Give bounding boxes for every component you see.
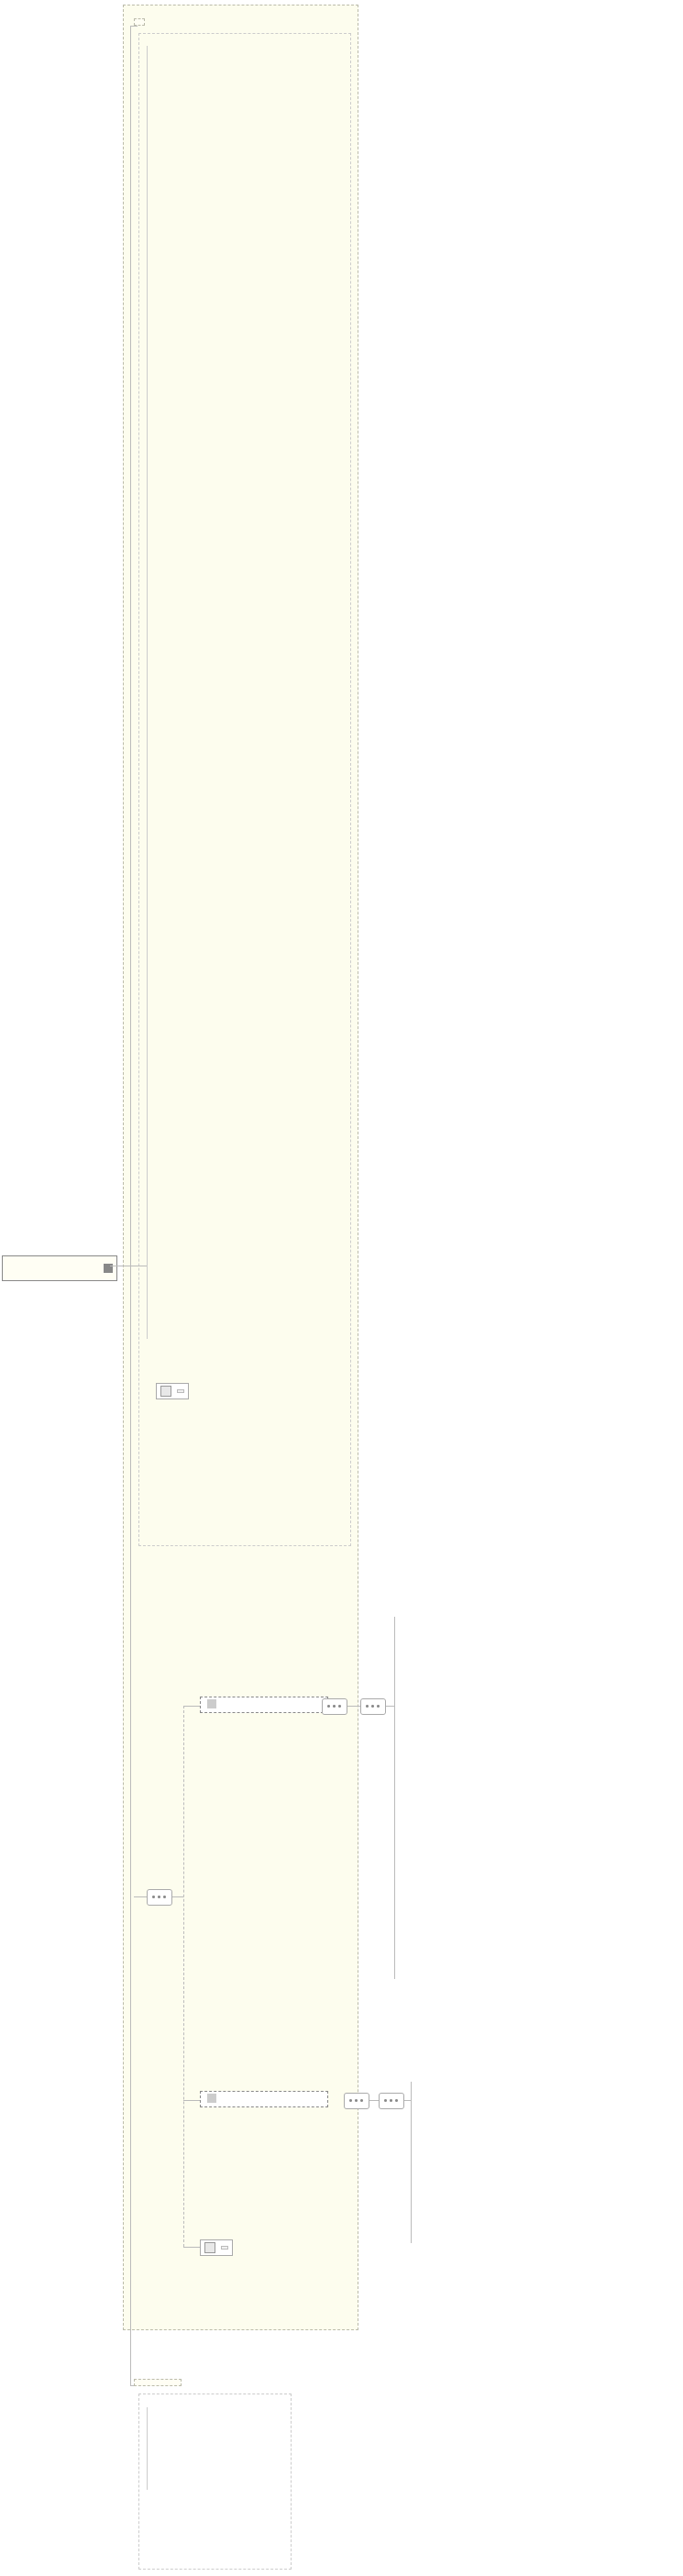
- any-namespace: [177, 1389, 184, 1393]
- connector: [183, 2247, 200, 2248]
- right2-spine: [411, 2082, 412, 2243]
- attr-spine: [147, 46, 148, 1339]
- any-icon: [204, 2242, 215, 2253]
- connector: [346, 1706, 360, 1707]
- right1-spine: [394, 1617, 395, 1979]
- connector: [171, 1896, 183, 1897]
- sequence-compositor: [344, 2093, 369, 2109]
- attributes-label: [134, 2379, 182, 2386]
- connector: [183, 2100, 200, 2101]
- root-element: [2, 1255, 117, 1281]
- group-icon: [207, 1699, 216, 1708]
- attr-spine: [147, 2407, 148, 2490]
- sequence-compositor: [147, 1889, 172, 1906]
- group-icon: [207, 2094, 216, 2103]
- any-icon: [160, 1386, 171, 1397]
- sequence-compositor: [360, 1698, 386, 1715]
- concept-relationships-group: [200, 2091, 328, 2107]
- sequence-compositor: [322, 1698, 347, 1715]
- connector: [130, 26, 138, 27]
- connector: [183, 1706, 200, 1707]
- connector: [134, 1896, 147, 1897]
- sequence-compositor: [379, 2093, 404, 2109]
- attributes-frame: [138, 33, 351, 1546]
- any-namespace: [221, 2246, 228, 2250]
- attributes-label: [134, 18, 145, 26]
- any-other-attribute: [156, 1383, 189, 1399]
- attributes-frame-2: [138, 2394, 292, 2570]
- main-spine: [130, 26, 131, 2385]
- any-other-element: [200, 2239, 233, 2256]
- concept-definition-group: [200, 1697, 328, 1713]
- seq-spine: [183, 1706, 184, 2247]
